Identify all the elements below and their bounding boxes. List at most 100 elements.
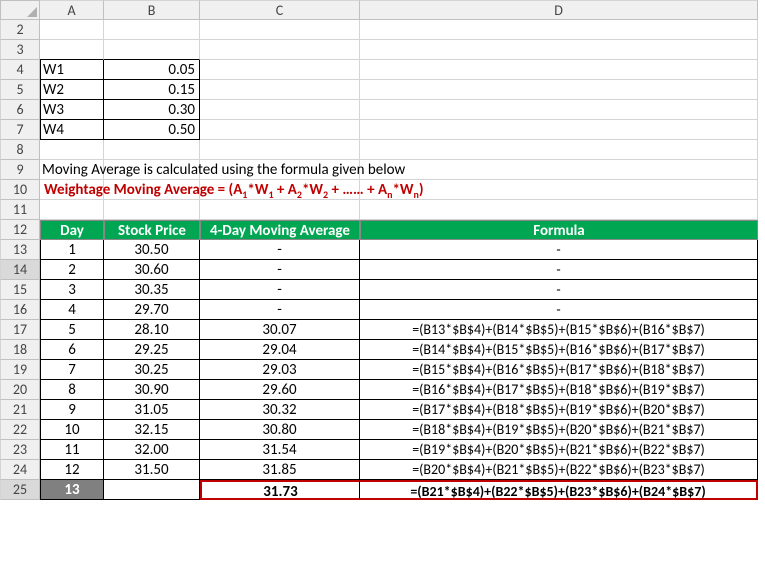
cell-B7[interactable]: 0.50 bbox=[104, 120, 200, 140]
row-head-22[interactable]: 22 bbox=[0, 420, 40, 440]
header-price[interactable]: Stock Price bbox=[104, 220, 200, 240]
cell-B6[interactable]: 0.30 bbox=[104, 100, 200, 120]
cell-price-15[interactable]: 30.35 bbox=[104, 280, 200, 300]
row-head-2[interactable]: 2 bbox=[0, 20, 40, 40]
row-head-5[interactable]: 5 bbox=[0, 80, 40, 100]
cell-day-15[interactable]: 3 bbox=[40, 280, 104, 300]
cell-formula-21[interactable]: =(B17*$B$4)+(B18*$B$5)+(B19*$B$6)+(B20*$… bbox=[360, 400, 758, 420]
cell-ma-13[interactable]: - bbox=[200, 240, 360, 260]
cell-C3[interactable] bbox=[200, 40, 360, 60]
cell-A4[interactable]: W1 bbox=[40, 60, 104, 80]
cell-price-19[interactable]: 30.25 bbox=[104, 360, 200, 380]
cell-D3[interactable] bbox=[360, 40, 758, 60]
cell-A9[interactable]: Moving Average is calculated using the f… bbox=[40, 160, 104, 180]
row-head-20[interactable]: 20 bbox=[0, 380, 40, 400]
cell-day-19[interactable]: 7 bbox=[40, 360, 104, 380]
cell-ma-24[interactable]: 31.85 bbox=[200, 460, 360, 480]
cell-A5[interactable]: W2 bbox=[40, 80, 104, 100]
cell-ma-20[interactable]: 29.60 bbox=[200, 380, 360, 400]
cell-price-20[interactable]: 30.90 bbox=[104, 380, 200, 400]
cell-A2[interactable] bbox=[40, 20, 104, 40]
cell-formula-18[interactable]: =(B14*$B$4)+(B15*$B$5)+(B16*$B$6)+(B17*$… bbox=[360, 340, 758, 360]
header-ma[interactable]: 4-Day Moving Average bbox=[200, 220, 360, 240]
cell-ma-21[interactable]: 30.32 bbox=[200, 400, 360, 420]
col-head-C[interactable]: C bbox=[200, 0, 360, 20]
cell-price-22[interactable]: 32.15 bbox=[104, 420, 200, 440]
cell-C8[interactable] bbox=[200, 140, 360, 160]
cell-D8[interactable] bbox=[360, 140, 758, 160]
cell-day-17[interactable]: 5 bbox=[40, 320, 104, 340]
cell-D4[interactable] bbox=[360, 60, 758, 80]
cell-D2[interactable] bbox=[360, 20, 758, 40]
cell-B4[interactable]: 0.05 bbox=[104, 60, 200, 80]
row-head-21[interactable]: 21 bbox=[0, 400, 40, 420]
cell-A10[interactable]: Weightage Moving Average = (A1*W1 + A2*W… bbox=[40, 180, 104, 200]
cell-price-17[interactable]: 28.10 bbox=[104, 320, 200, 340]
row-head-3[interactable]: 3 bbox=[0, 40, 40, 60]
row-head-9[interactable]: 9 bbox=[0, 160, 40, 180]
cell-B8[interactable] bbox=[104, 140, 200, 160]
col-head-B[interactable]: B bbox=[104, 0, 200, 20]
header-day[interactable]: Day bbox=[40, 220, 104, 240]
row-head-14[interactable]: 14 bbox=[0, 260, 40, 280]
row-head-16[interactable]: 16 bbox=[0, 300, 40, 320]
cell-B3[interactable] bbox=[104, 40, 200, 60]
cell-day-20[interactable]: 8 bbox=[40, 380, 104, 400]
cell-formula-15[interactable]: - bbox=[360, 280, 758, 300]
cell-C6[interactable] bbox=[200, 100, 360, 120]
row-head-24[interactable]: 24 bbox=[0, 460, 40, 480]
cell-ma-23[interactable]: 31.54 bbox=[200, 440, 360, 460]
cell-A11[interactable] bbox=[40, 200, 104, 220]
cell-A3[interactable] bbox=[40, 40, 104, 60]
cell-ma-25[interactable]: 31.73 bbox=[200, 480, 360, 500]
cell-ma-19[interactable]: 29.03 bbox=[200, 360, 360, 380]
cell-day-22[interactable]: 10 bbox=[40, 420, 104, 440]
cell-formula-13[interactable]: - bbox=[360, 240, 758, 260]
cell-price-13[interactable]: 30.50 bbox=[104, 240, 200, 260]
col-head-D[interactable]: D bbox=[360, 0, 758, 20]
row-head-11[interactable]: 11 bbox=[0, 200, 40, 220]
cell-formula-22[interactable]: =(B18*$B$4)+(B19*$B$5)+(B20*$B$6)+(B21*$… bbox=[360, 420, 758, 440]
cell-B11[interactable] bbox=[104, 200, 200, 220]
cell-price-23[interactable]: 32.00 bbox=[104, 440, 200, 460]
row-head-4[interactable]: 4 bbox=[0, 60, 40, 80]
row-head-25[interactable]: 25 bbox=[0, 480, 40, 500]
cell-A7[interactable]: W4 bbox=[40, 120, 104, 140]
cell-formula-14[interactable]: - bbox=[360, 260, 758, 280]
cell-formula-25[interactable]: =(B21*$B$4)+(B22*$B$5)+(B23*$B$6)+(B24*$… bbox=[360, 480, 758, 500]
cell-ma-16[interactable]: - bbox=[200, 300, 360, 320]
cell-D6[interactable] bbox=[360, 100, 758, 120]
cell-C5[interactable] bbox=[200, 80, 360, 100]
row-head-19[interactable]: 19 bbox=[0, 360, 40, 380]
cell-price-25[interactable] bbox=[104, 480, 200, 500]
row-head-18[interactable]: 18 bbox=[0, 340, 40, 360]
cell-ma-15[interactable]: - bbox=[200, 280, 360, 300]
row-head-17[interactable]: 17 bbox=[0, 320, 40, 340]
cell-ma-18[interactable]: 29.04 bbox=[200, 340, 360, 360]
cell-B2[interactable] bbox=[104, 20, 200, 40]
cell-formula-24[interactable]: =(B20*$B$4)+(B21*$B$5)+(B22*$B$6)+(B23*$… bbox=[360, 460, 758, 480]
cell-B5[interactable]: 0.15 bbox=[104, 80, 200, 100]
cell-price-21[interactable]: 31.05 bbox=[104, 400, 200, 420]
cell-day-23[interactable]: 11 bbox=[40, 440, 104, 460]
cell-formula-19[interactable]: =(B15*$B$4)+(B16*$B$5)+(B17*$B$6)+(B18*$… bbox=[360, 360, 758, 380]
row-head-12[interactable]: 12 bbox=[0, 220, 40, 240]
cell-C11[interactable] bbox=[200, 200, 360, 220]
row-head-6[interactable]: 6 bbox=[0, 100, 40, 120]
row-head-8[interactable]: 8 bbox=[0, 140, 40, 160]
cell-C7[interactable] bbox=[200, 120, 360, 140]
cell-ma-22[interactable]: 30.80 bbox=[200, 420, 360, 440]
cell-formula-17[interactable]: =(B13*$B$4)+(B14*$B$5)+(B15*$B$6)+(B16*$… bbox=[360, 320, 758, 340]
header-formula[interactable]: Formula bbox=[360, 220, 758, 240]
cell-formula-20[interactable]: =(B16*$B$4)+(B17*$B$5)+(B18*$B$6)+(B19*$… bbox=[360, 380, 758, 400]
cell-day-13[interactable]: 1 bbox=[40, 240, 104, 260]
cell-price-14[interactable]: 30.60 bbox=[104, 260, 200, 280]
cell-A6[interactable]: W3 bbox=[40, 100, 104, 120]
cell-day-24[interactable]: 12 bbox=[40, 460, 104, 480]
row-head-10[interactable]: 10 bbox=[0, 180, 40, 200]
cell-D11[interactable] bbox=[360, 200, 758, 220]
cell-price-16[interactable]: 29.70 bbox=[104, 300, 200, 320]
row-head-15[interactable]: 15 bbox=[0, 280, 40, 300]
cell-day-25[interactable]: 13 bbox=[40, 480, 104, 500]
cell-day-14[interactable]: 2 bbox=[40, 260, 104, 280]
